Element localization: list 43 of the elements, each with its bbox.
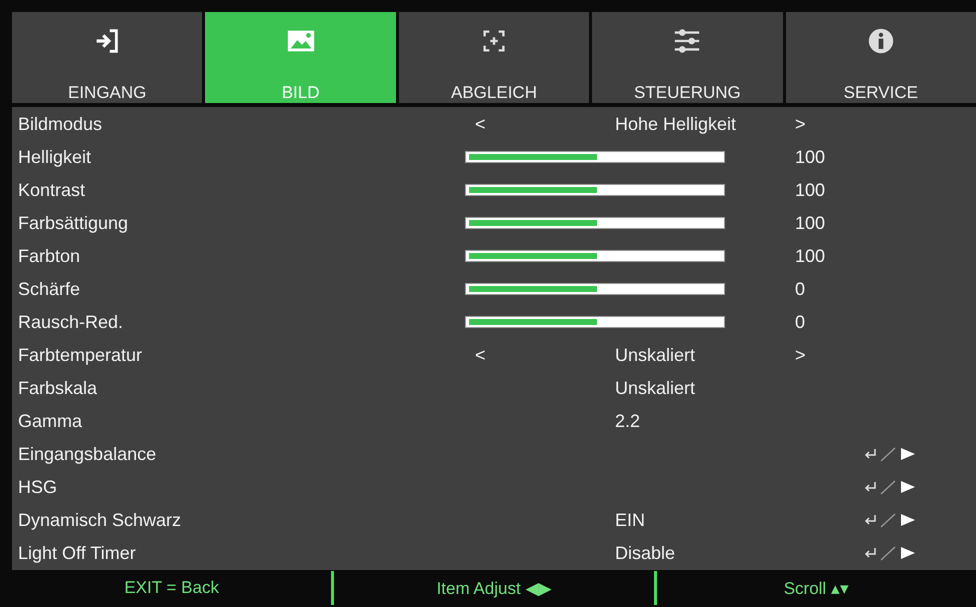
setting-label: Farbsättigung: [17, 212, 130, 234]
setting-label: Light Off Timer: [17, 542, 137, 564]
setting-label: Farbtemperatur: [17, 344, 144, 366]
setting-label: Farbskala: [17, 378, 98, 399]
setting-label: Bildmodus: [17, 114, 104, 135]
slider-track[interactable]: [465, 217, 725, 230]
setting-value: Disable: [615, 542, 676, 564]
setting-value: Unskaliert: [615, 344, 696, 366]
setting-label: Farbton: [17, 246, 82, 267]
setting-label: Schärfe: [17, 278, 82, 300]
slider-track[interactable]: [465, 184, 725, 196]
menu-tab[interactable]: SERVICE: [786, 12, 976, 103]
menu-tab[interactable]: ABGLEICH: [398, 12, 590, 103]
setting-value: 0: [795, 312, 806, 333]
footer-hint: Scroll ▴▾: [782, 578, 850, 599]
setting-label: Helligkeit: [17, 146, 92, 168]
setting-label: Dynamisch Schwarz: [17, 510, 182, 531]
footer-hint: EXIT = Back: [123, 578, 220, 598]
setting-value: EIN: [615, 510, 646, 531]
setting-value: 100: [795, 246, 826, 267]
next-arrow[interactable]: >: [795, 114, 891, 135]
menu-tab[interactable]: STEUERUNG: [592, 12, 783, 103]
slider-track[interactable]: [465, 283, 725, 296]
previous-arrow[interactable]: <: [465, 344, 615, 366]
menu-tab[interactable]: EINGANG: [12, 12, 202, 103]
setting-label: Kontrast: [17, 180, 86, 201]
setting-value: Unskaliert: [615, 378, 696, 399]
setting-label: Eingangsbalance: [17, 444, 158, 465]
setting-value: 0: [795, 278, 806, 300]
slider-track[interactable]: [465, 316, 725, 328]
setting-value: 2.2: [615, 410, 642, 432]
next-arrow[interactable]: >: [795, 344, 891, 366]
setting-value: 100: [795, 146, 826, 168]
setting-value: 100: [795, 180, 826, 201]
slider-track[interactable]: [465, 250, 725, 262]
setting-label: Gamma: [17, 410, 84, 432]
setting-label: Rausch-Red.: [17, 312, 124, 333]
previous-arrow[interactable]: <: [465, 114, 615, 135]
setting-value: Hohe Helligkeit: [615, 114, 738, 135]
setting-value: 100: [795, 212, 826, 234]
setting-label: HSG: [17, 476, 58, 498]
slider-track[interactable]: [465, 151, 725, 164]
footer-hint: Item Adjust ◀▶: [436, 578, 552, 599]
